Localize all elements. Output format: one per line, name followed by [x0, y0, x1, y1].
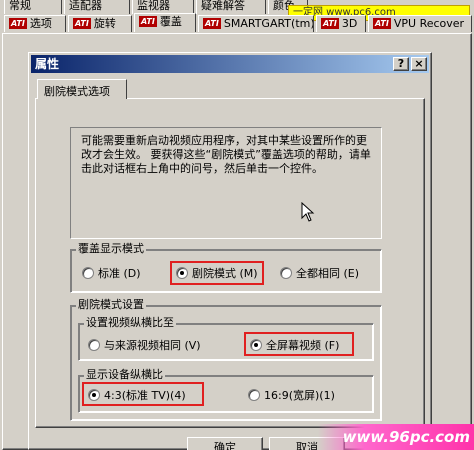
tab-monitor[interactable]: 监视器 — [132, 0, 194, 14]
overlay-mode-legend: 覆盖显示模式 — [76, 242, 146, 255]
ati-logo-icon: ATI — [373, 18, 391, 29]
video-aspect-legend: 设置视频纵横比至 — [84, 316, 176, 329]
tab-vpu-recover-label: VPU Recover — [393, 17, 465, 30]
tab-rotate[interactable]: ATI 旋转 — [68, 15, 132, 32]
highlight-box-4-3 — [82, 382, 204, 406]
device-aspect-legend: 显示设备纵横比 — [84, 368, 165, 381]
radio-16-9-label: 16:9(宽屏)(1) — [264, 389, 335, 402]
help-button[interactable]: ? — [393, 57, 409, 71]
dialog-title: 属性 — [35, 57, 60, 71]
tab-theater-options[interactable]: 剧院模式选项 — [37, 79, 127, 99]
ati-logo-icon: ATI — [139, 16, 157, 27]
tab-adapter[interactable]: 适配器 — [64, 0, 130, 14]
tab-overlay[interactable]: ATI 覆盖 — [134, 13, 196, 32]
dialog-titlebar: 属性 ? × — [31, 55, 429, 73]
tab-smartgart-label: SMARTGART(tm) — [223, 17, 314, 30]
radio-standard-label: 标准 (D) — [98, 267, 141, 280]
highlight-box-theater-mode — [170, 261, 264, 285]
radio-all-same-indicator[interactable] — [280, 267, 292, 279]
tab-rotate-label: 旋转 — [93, 17, 116, 30]
tab-monitor-label: 监视器 — [137, 0, 170, 12]
ati-logo-icon: ATI — [9, 18, 27, 29]
properties-dialog: 属性 ? × 剧院模式选项 可能需要重新启动视频应用程序，对其中某些设置所作的更… — [28, 52, 432, 450]
ati-logo-icon: ATI — [73, 18, 91, 29]
close-button[interactable]: × — [411, 57, 427, 71]
ati-logo-icon: ATI — [321, 18, 339, 29]
tab-page: 可能需要重新启动视频应用程序，对其中某些设置所作的更改才会生效。 要获得这些“剧… — [35, 98, 425, 428]
tab-adapter-label: 适配器 — [69, 0, 102, 12]
theater-settings-legend: 剧院模式设置 — [76, 298, 146, 311]
tab-overlay-label: 覆盖 — [159, 15, 182, 28]
close-icon: × — [414, 57, 424, 70]
info-text: 可能需要重新启动视频应用程序，对其中某些设置所作的更改才会生效。 要获得这些“剧… — [81, 134, 371, 175]
radio-standard[interactable]: 标准 (D) — [82, 267, 141, 281]
tab-smartgart[interactable]: ATI SMARTGART(tm) — [198, 15, 314, 32]
radio-same-as-source-indicator[interactable] — [88, 339, 100, 351]
ok-button[interactable]: 确定 — [187, 437, 263, 450]
tab-3d-label: 3D — [341, 17, 358, 30]
tab-options-label: 选项 — [29, 17, 52, 30]
mouse-cursor-icon — [301, 202, 315, 222]
tab-troubleshoot-label: 疑难解答 — [201, 0, 245, 12]
info-box: 可能需要重新启动视频应用程序，对其中某些设置所作的更改才会生效。 要获得这些“剧… — [70, 127, 382, 239]
watermark-bottom: www.96pc.com — [318, 424, 474, 450]
radio-16-9[interactable]: 16:9(宽屏)(1) — [248, 389, 335, 403]
ok-button-label: 确定 — [214, 441, 236, 450]
tab-troubleshoot[interactable]: 疑难解答 — [196, 0, 266, 14]
tab-theater-options-label: 剧院模式选项 — [44, 85, 110, 98]
radio-same-as-source-label: 与来源视频相同 (V) — [104, 339, 201, 352]
tab-general[interactable]: 常规 — [4, 0, 62, 14]
tab-general-label: 常规 — [9, 0, 31, 12]
watermark-bottom-text: www.96pc.com — [342, 428, 470, 446]
cancel-button-label: 取消 — [296, 441, 318, 450]
radio-all-same-label: 全都相同 (E) — [296, 267, 360, 280]
tab-row-2: ATI 选项 ATI 旋转 ATI 覆盖 ATI SMARTGART(tm) ATI 3D… — [0, 13, 474, 34]
tab-vpu-recover[interactable]: ATI VPU Recover — [368, 15, 472, 32]
radio-16-9-indicator[interactable] — [248, 389, 260, 401]
radio-all-same[interactable]: 全都相同 (E) — [280, 267, 359, 281]
radio-standard-indicator[interactable] — [82, 267, 94, 279]
highlight-box-fullscreen — [244, 332, 354, 356]
help-icon: ? — [397, 57, 405, 70]
ati-logo-icon: ATI — [203, 18, 221, 29]
tab-options[interactable]: ATI 选项 — [4, 15, 66, 32]
radio-same-as-source[interactable]: 与来源视频相同 (V) — [88, 339, 201, 353]
tab-3d[interactable]: ATI 3D — [316, 15, 366, 32]
